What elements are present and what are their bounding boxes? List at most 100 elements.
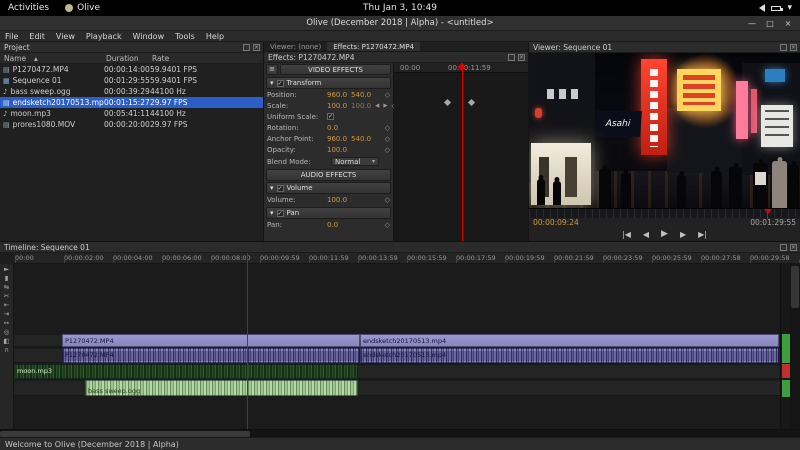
project-row[interactable]: ▦ Sequence 01 00:01:29:55 59.9401 FPS bbox=[0, 75, 263, 86]
menu-view[interactable]: View bbox=[56, 32, 75, 41]
snap-toggle[interactable]: ∩ bbox=[1, 346, 13, 355]
ripple-tool[interactable]: ⇆ bbox=[1, 283, 13, 292]
prev-keyframe-icon[interactable]: ◀ bbox=[375, 103, 379, 109]
slide-tool[interactable]: ⇥ bbox=[1, 310, 13, 319]
menu-edit[interactable]: Edit bbox=[29, 32, 45, 41]
scale-x-field[interactable]: 100.0 bbox=[327, 102, 347, 110]
audio-clip[interactable]: bass sweep.ogg bbox=[85, 380, 358, 396]
pointer-tool[interactable]: ► bbox=[1, 265, 13, 274]
slip-tool[interactable]: ⇤ bbox=[1, 301, 13, 310]
panel-float-button[interactable] bbox=[243, 43, 250, 51]
viewer-playhead-marker[interactable] bbox=[764, 209, 772, 214]
tab-effects[interactable]: Effects: P1270472.MP4 bbox=[327, 42, 420, 51]
menu-playback[interactable]: Playback bbox=[86, 32, 122, 41]
volume-field[interactable]: 100.0 bbox=[327, 196, 347, 204]
audio-effects-header[interactable]: AUDIO EFFECTS bbox=[266, 169, 391, 181]
video-clip[interactable]: P1270472.MP4 bbox=[62, 334, 360, 347]
keyframe-toggle-icon[interactable]: ◇ bbox=[385, 146, 390, 154]
panel-close-button[interactable]: × bbox=[790, 43, 797, 51]
position-x-field[interactable]: 960.0 bbox=[327, 91, 347, 99]
go-to-start-button[interactable]: |◀ bbox=[622, 229, 631, 240]
anchor-y-field[interactable]: 540.0 bbox=[351, 135, 371, 143]
panel-float-button[interactable] bbox=[508, 53, 515, 61]
menu-window[interactable]: Window bbox=[133, 32, 165, 41]
viewer-seek-bar[interactable] bbox=[529, 208, 800, 219]
go-to-end-button[interactable]: ▶| bbox=[698, 229, 707, 240]
system-tray[interactable]: ▾ bbox=[759, 3, 800, 13]
blend-mode-dropdown[interactable]: Normal ▾ bbox=[331, 157, 379, 166]
close-button[interactable]: × bbox=[782, 18, 794, 29]
scrollbar-handle[interactable] bbox=[791, 266, 799, 308]
panel-close-button[interactable]: × bbox=[518, 53, 525, 61]
panel-float-button[interactable] bbox=[780, 243, 787, 251]
maximize-button[interactable]: □ bbox=[764, 18, 776, 29]
minimize-button[interactable]: — bbox=[746, 18, 758, 29]
next-keyframe-icon[interactable]: ▶ bbox=[383, 103, 387, 109]
uniform-scale-checkbox[interactable]: ✓ bbox=[327, 113, 334, 120]
opacity-field[interactable]: 100.0 bbox=[327, 146, 347, 154]
panel-close-button[interactable]: × bbox=[253, 43, 260, 51]
project-row-selected[interactable]: ▤ endsketch20170513.mp4 00:01:15:27 29.97… bbox=[0, 97, 263, 108]
project-column-headers[interactable]: Name ▴ Duration Rate bbox=[0, 53, 263, 64]
hand-tool[interactable]: ↔ bbox=[1, 319, 13, 328]
video-effects-header[interactable]: VIDEO EFFECTS bbox=[280, 64, 391, 75]
video-clip[interactable]: endsketch20170513.mp4 bbox=[360, 334, 779, 347]
timeline-ruler[interactable]: 00:00 00:00:02:00 00:00:04:00 00:00:06:0… bbox=[14, 253, 800, 264]
column-rate[interactable]: Rate bbox=[152, 54, 169, 63]
keyframe-diamond[interactable] bbox=[443, 98, 452, 107]
effects-menu-button[interactable]: ≡ bbox=[266, 64, 278, 75]
transform-effect-header[interactable]: ▾ ✓ Transform bbox=[266, 77, 391, 89]
scale-y-field[interactable]: 100.0 bbox=[351, 102, 371, 110]
previous-frame-button[interactable]: ◀ bbox=[643, 229, 649, 240]
position-y-field[interactable]: 540.0 bbox=[351, 91, 371, 99]
pan-effect-header[interactable]: ▾ ✓ Pan bbox=[266, 207, 391, 219]
anchor-x-field[interactable]: 960.0 bbox=[327, 135, 347, 143]
transition-tool[interactable]: ◧ bbox=[1, 337, 13, 346]
timeline-playhead[interactable] bbox=[247, 253, 248, 429]
effect-enabled-checkbox[interactable]: ✓ bbox=[276, 209, 284, 217]
activities-button[interactable]: Activities bbox=[0, 3, 57, 13]
project-row[interactable]: ▤ P1270472.MP4 00:00:14:00 59.9401 FPS bbox=[0, 64, 263, 75]
tab-viewer-none[interactable]: Viewer: (none) bbox=[264, 42, 327, 51]
column-duration[interactable]: Duration bbox=[106, 54, 139, 63]
keyframe-diamond[interactable] bbox=[467, 98, 476, 107]
keyframe-playhead[interactable] bbox=[462, 63, 463, 241]
edit-tool[interactable]: ▮ bbox=[1, 274, 13, 283]
menu-file[interactable]: File bbox=[5, 32, 18, 41]
panel-close-button[interactable]: × bbox=[790, 243, 797, 251]
video-display[interactable]: Asahi bbox=[529, 53, 800, 208]
window-titlebar[interactable]: Olive (December 2018 | Alpha) - <untitle… bbox=[0, 16, 800, 31]
keyframe-toggle-icon[interactable]: ◇ bbox=[385, 135, 390, 143]
timeline-vertical-scrollbar[interactable] bbox=[790, 264, 800, 429]
keyframe-toggle-icon[interactable]: ◇ bbox=[385, 124, 390, 132]
razor-tool[interactable]: ✂ bbox=[1, 292, 13, 301]
timeline-track-area[interactable]: P1270472.MP4 endsketch20170513.mp4 P1270… bbox=[14, 264, 780, 429]
rotation-field[interactable]: 0.0 bbox=[327, 124, 338, 132]
keyframe-toggle-icon[interactable]: ◇ bbox=[385, 196, 390, 204]
audio-clip[interactable]: moon.mp3 bbox=[14, 364, 358, 379]
menu-tools[interactable]: Tools bbox=[175, 32, 195, 41]
play-button[interactable]: ▶ bbox=[661, 229, 668, 240]
project-row[interactable]: ♪ moon.mp3 00:05:41:11 44100 Hz bbox=[0, 108, 263, 119]
keyframe-toggle-icon[interactable]: ◇ bbox=[385, 221, 390, 229]
effect-enabled-checkbox[interactable]: ✓ bbox=[276, 79, 284, 87]
menu-help[interactable]: Help bbox=[206, 32, 224, 41]
collapse-icon[interactable]: ▾ bbox=[270, 79, 274, 87]
next-frame-button[interactable]: ▶ bbox=[680, 229, 686, 240]
keyframe-timeline[interactable]: 00:00 00:00:11:59 bbox=[394, 62, 528, 241]
volume-effect-header[interactable]: ▾ ✓ Volume bbox=[266, 182, 391, 194]
audio-clip[interactable]: P1270472.MP4 bbox=[62, 348, 360, 363]
pan-field[interactable]: 0.0 bbox=[327, 221, 338, 229]
collapse-icon[interactable]: ▾ bbox=[270, 209, 274, 217]
effect-enabled-checkbox[interactable]: ✓ bbox=[276, 184, 284, 192]
keyframe-toggle-icon[interactable]: ◇ bbox=[385, 91, 390, 99]
app-menu[interactable]: Olive bbox=[57, 3, 108, 13]
column-name[interactable]: Name bbox=[4, 54, 26, 63]
timeline-horizontal-scrollbar[interactable] bbox=[0, 429, 800, 437]
project-row[interactable]: ▤ prores1080.MOV 00:00:20:00 29.97 FPS bbox=[0, 119, 263, 130]
zoom-tool[interactable]: ◎ bbox=[1, 328, 13, 337]
panel-float-button[interactable] bbox=[780, 43, 787, 51]
collapse-icon[interactable]: ▾ bbox=[270, 184, 274, 192]
audio-clip[interactable]: endsketch20170513.mp4 bbox=[360, 348, 779, 363]
project-row[interactable]: ♪ bass sweep.ogg 00:00:39:29 44100 Hz bbox=[0, 86, 263, 97]
